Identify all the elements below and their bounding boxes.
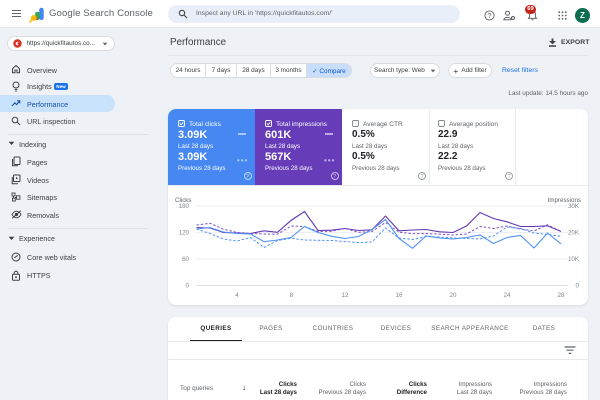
svg-text:10K: 10K: [568, 256, 580, 263]
svg-text:30K: 30K: [568, 203, 580, 210]
svg-text:120: 120: [179, 230, 190, 237]
svg-text:20K: 20K: [568, 230, 580, 237]
svg-text:24: 24: [504, 292, 511, 299]
svg-text:8: 8: [290, 292, 294, 299]
svg-text:0: 0: [576, 283, 580, 290]
svg-text:20: 20: [450, 292, 457, 299]
svg-text:16: 16: [396, 292, 403, 299]
svg-text:12: 12: [342, 292, 349, 299]
svg-text:?: ?: [488, 13, 492, 20]
svg-text:28: 28: [558, 292, 565, 299]
svg-text:0: 0: [186, 283, 190, 290]
svg-text:180: 180: [179, 203, 190, 210]
svg-text:4: 4: [235, 292, 239, 299]
svg-text:60: 60: [182, 256, 189, 263]
